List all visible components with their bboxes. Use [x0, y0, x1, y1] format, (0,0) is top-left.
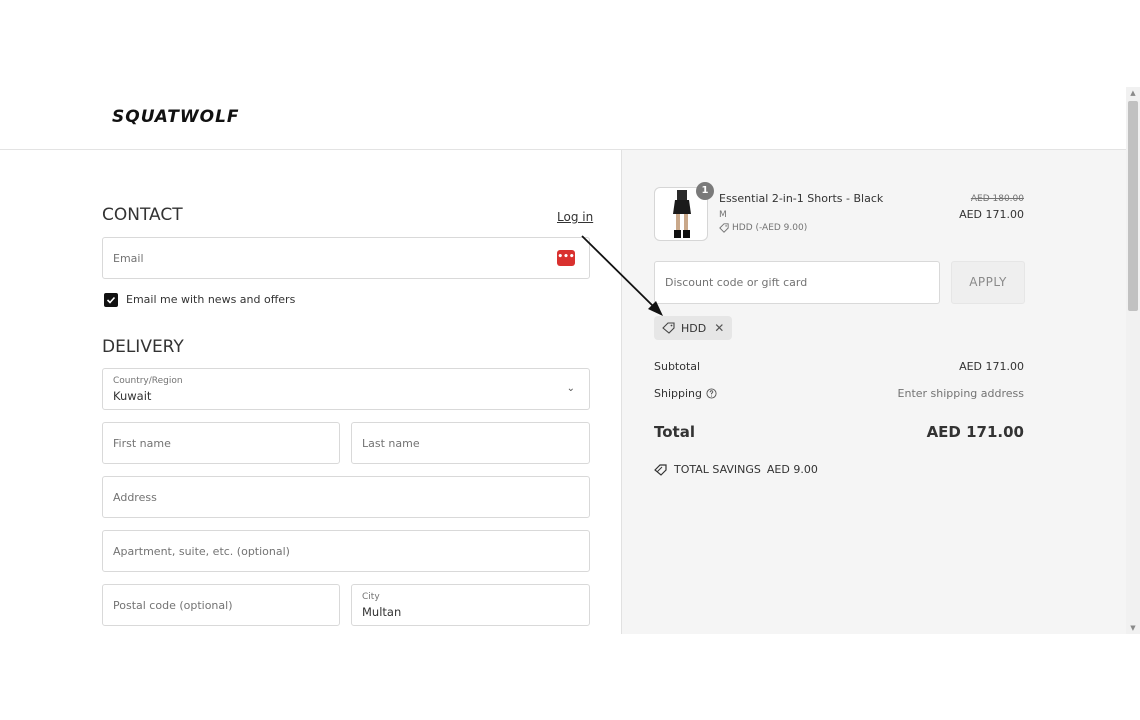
- city-value: Multan: [362, 605, 402, 619]
- discount-code-input[interactable]: Discount code or gift card: [654, 261, 940, 304]
- apartment-placeholder: Apartment, suite, etc. (optional): [113, 545, 290, 558]
- shipping-value: Enter shipping address: [897, 387, 1024, 400]
- country-value: Kuwait: [113, 389, 152, 403]
- apply-button[interactable]: APPLY: [951, 261, 1025, 304]
- scroll-up-icon[interactable]: ▲: [1126, 87, 1140, 99]
- country-label: Country/Region: [113, 376, 183, 386]
- address-field[interactable]: Address: [102, 476, 590, 518]
- checkout-page: SQUATWOLF CONTACT Log in Email ••• Email…: [0, 87, 1140, 634]
- address-placeholder: Address: [113, 491, 157, 504]
- email-autofill-icon[interactable]: •••: [557, 250, 575, 266]
- product-name: Essential 2-in-1 Shorts - Black: [719, 192, 884, 205]
- product-variant: M: [719, 210, 727, 220]
- shipping-row-label: Shipping: [654, 387, 717, 400]
- first-name-field[interactable]: First name: [102, 422, 340, 464]
- header: SQUATWOLF: [0, 87, 1126, 150]
- email-placeholder: Email: [113, 252, 144, 265]
- contact-title: CONTACT: [102, 205, 183, 225]
- city-label: City: [362, 592, 380, 602]
- applied-code: HDD: [681, 321, 707, 335]
- chevron-down-icon: ⌄: [566, 383, 575, 394]
- savings-value: AED 9.00: [766, 463, 818, 476]
- apartment-field[interactable]: Apartment, suite, etc. (optional): [102, 530, 590, 572]
- close-icon[interactable]: ✕: [714, 321, 724, 335]
- last-name-field[interactable]: Last name: [351, 422, 590, 464]
- applied-discount-chip: HDD ✕: [654, 316, 733, 340]
- email-field[interactable]: Email •••: [102, 237, 590, 279]
- subtotal-value: AED 171.00: [959, 360, 1024, 373]
- vertical-scrollbar[interactable]: ▲ ▼: [1126, 87, 1140, 634]
- subtotal-label: Subtotal: [654, 360, 701, 373]
- tag-icon: [662, 322, 675, 334]
- newsletter-checkbox[interactable]: [104, 293, 118, 307]
- tag-icon: [719, 223, 729, 233]
- savings-label: TOTAL SAVINGS: [674, 463, 761, 476]
- shipping-label: Shipping: [654, 387, 702, 400]
- quantity-badge: 1: [696, 182, 714, 200]
- postal-placeholder: Postal code (optional): [113, 599, 233, 612]
- delivery-title: DELIVERY: [102, 337, 184, 357]
- savings-tag-icon: [654, 463, 667, 476]
- country-select[interactable]: Country/Region Kuwait ⌄: [102, 368, 590, 410]
- help-circle-icon[interactable]: [706, 388, 717, 399]
- checkout-form: CONTACT Log in Email ••• Email me with n…: [0, 150, 621, 634]
- product-discount: HDD (-AED 9.00): [719, 223, 807, 233]
- city-field[interactable]: City Multan: [351, 584, 590, 626]
- last-name-placeholder: Last name: [362, 437, 420, 450]
- checkbox-check-icon: [106, 296, 116, 304]
- price-original: AED 180.00: [970, 194, 1024, 204]
- postal-code-field[interactable]: Postal code (optional): [102, 584, 340, 626]
- discount-placeholder: Discount code or gift card: [665, 276, 808, 289]
- newsletter-label: Email me with news and offers: [126, 293, 296, 306]
- price-final: AED 171.00: [959, 208, 1024, 221]
- login-link[interactable]: Log in: [557, 210, 593, 224]
- total-savings: TOTAL SAVINGS AED 9.00: [654, 463, 818, 476]
- total-value: AED 171.00: [926, 423, 1024, 441]
- product-discount-text: HDD (-AED 9.00): [732, 223, 808, 233]
- first-name-placeholder: First name: [113, 437, 171, 450]
- total-label: Total: [654, 423, 695, 441]
- brand-logo[interactable]: SQUATWOLF: [112, 107, 240, 127]
- scroll-down-icon[interactable]: ▼: [1126, 622, 1140, 634]
- scrollbar-thumb[interactable]: [1128, 101, 1138, 311]
- order-summary: 1 Essential 2-in-1 Shorts - Black M HDD …: [621, 150, 1126, 634]
